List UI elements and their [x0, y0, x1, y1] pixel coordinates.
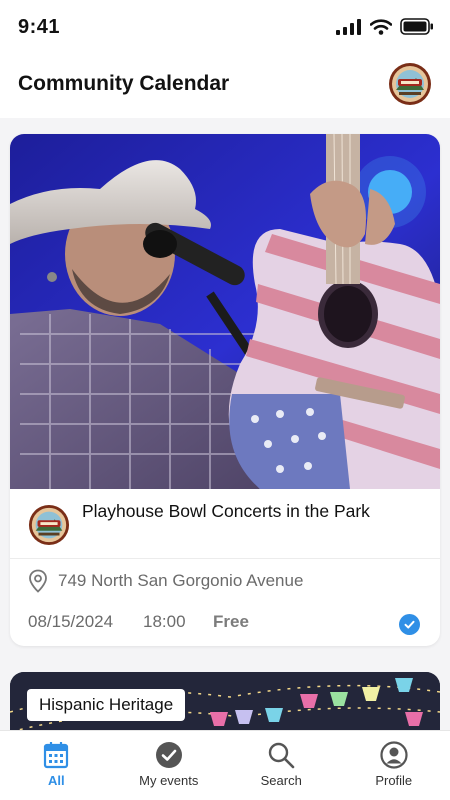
city-seal-icon: [28, 504, 70, 546]
nav-item-all[interactable]: All: [0, 731, 113, 800]
signal-icon: [336, 18, 361, 35]
nav-item-search[interactable]: Search: [225, 731, 338, 800]
wifi-icon: [370, 18, 392, 35]
search-icon: [269, 742, 295, 769]
app-header: Community Calendar: [0, 54, 450, 118]
status-bar: 9:41: [0, 0, 450, 54]
check-circle-icon: [155, 742, 182, 768]
bottom-nav: All My events Search Profile: [0, 730, 450, 800]
event-title[interactable]: Playhouse Bowl Concerts in the Park: [82, 498, 382, 524]
event-price: Free: [213, 612, 249, 631]
city-seal-icon[interactable]: [388, 62, 432, 106]
event-location: 749 North San Gorgonio Avenue: [28, 566, 303, 596]
event-time: 18:00: [143, 612, 186, 631]
nav-label: My events: [139, 773, 199, 788]
status-time: 9:41: [18, 16, 61, 38]
nav-label: Profile: [375, 773, 413, 788]
event-date: 08/15/2024: [28, 612, 114, 631]
map-pin-icon: [29, 569, 47, 593]
nav-label: Search: [260, 773, 302, 788]
status-icons: [336, 18, 434, 35]
event-image: [10, 134, 440, 489]
event-meta: 08/15/2024 18:00 Free: [28, 612, 249, 632]
page-title: Community Calendar: [18, 72, 230, 95]
check-circle-icon[interactable]: [399, 614, 420, 635]
calendar-icon: [44, 742, 69, 769]
nav-item-profile[interactable]: Profile: [338, 731, 450, 800]
nav-item-my-events[interactable]: My events: [113, 731, 226, 800]
category-tag: Hispanic Heritage: [27, 689, 186, 721]
event-card[interactable]: Playhouse Bowl Concerts in the Park 749 …: [10, 134, 440, 646]
app-screen: 9:41 Community Calendar Playhouse Bowl C…: [0, 0, 450, 800]
event-location-text: 749 North San Gorgonio Avenue: [58, 571, 304, 590]
battery-icon: [400, 18, 433, 35]
profile-icon: [380, 741, 408, 769]
nav-label: All: [47, 773, 65, 788]
card-divider: [10, 558, 440, 559]
